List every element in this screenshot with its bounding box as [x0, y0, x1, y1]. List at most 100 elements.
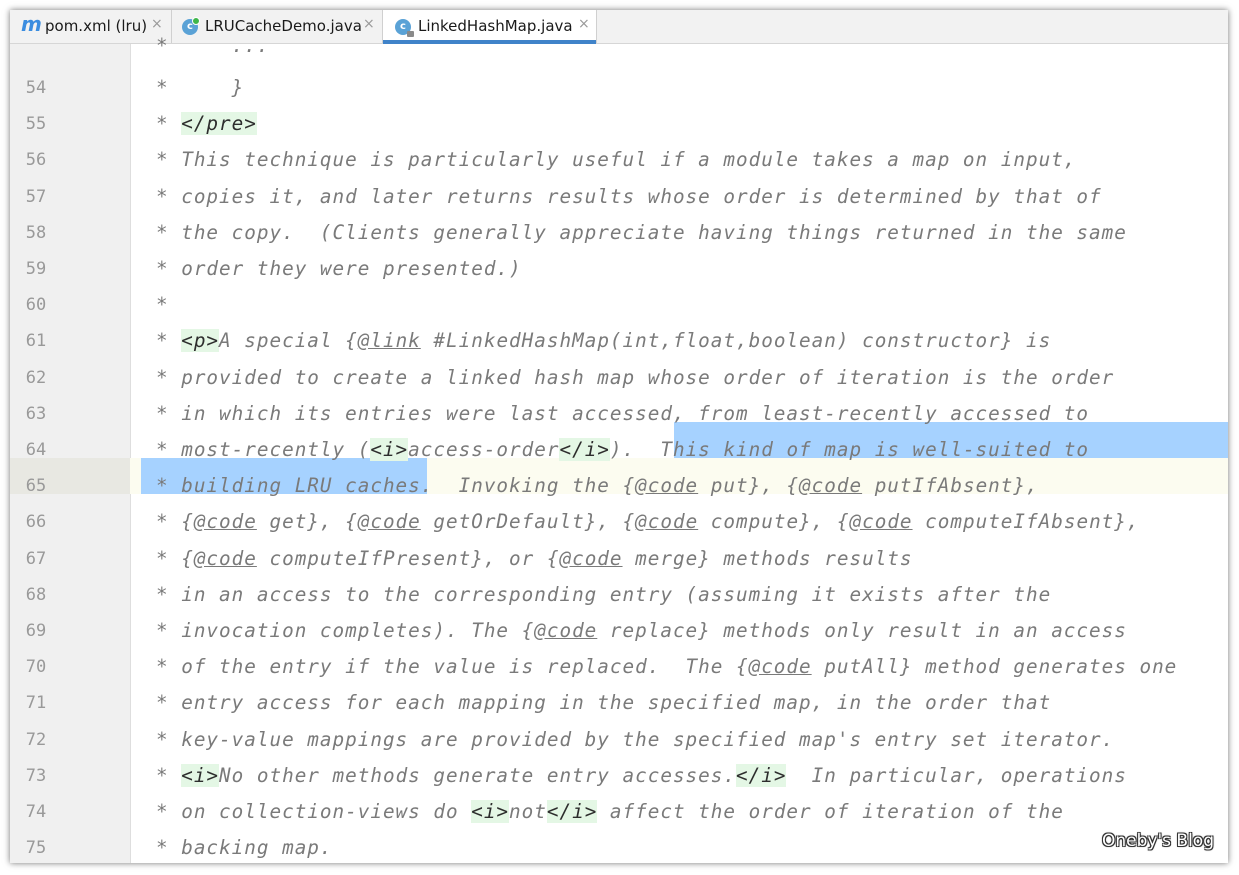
- javadoc-tag-token: @code: [193, 510, 257, 534]
- comment-text: affect the order of iteration of the: [597, 800, 1064, 823]
- code-line: * copies it, and later returns results w…: [156, 179, 1102, 215]
- comment-text: computeIfPresent}, or {: [256, 546, 560, 570]
- javadoc-tag-token: @code: [357, 510, 421, 534]
- maven-icon: m: [21, 12, 42, 36]
- line-number: 59: [25, 259, 47, 279]
- comment-text: *: [156, 763, 182, 787]
- html-tag-token: <i>: [471, 800, 510, 823]
- comment-text: * in which its entries were last accesse…: [156, 401, 1090, 425]
- line-number: 74: [25, 802, 47, 822]
- comment-text: compute}, {: [698, 510, 850, 534]
- html-tag-token: </i>: [559, 438, 610, 461]
- comment-text: A special {: [219, 329, 358, 353]
- comment-text: put}, {: [698, 474, 800, 498]
- line-number: 69: [25, 621, 47, 641]
- code-line: *: [156, 287, 169, 323]
- comment-text: merge} methods results: [622, 546, 913, 570]
- code-line: * entry access for each mapping in the s…: [156, 685, 1051, 721]
- comment-text: * on collection-views do: [156, 800, 472, 823]
- code-line: * <p>A special {@link #LinkedHashMap(int…: [156, 323, 1051, 359]
- html-tag-token: </i>: [736, 763, 787, 787]
- comment-text: putIfAbsent},: [862, 474, 1039, 498]
- code-line: * most-recently (<i>access-order</i>). T…: [156, 432, 1089, 468]
- line-number: 54: [25, 78, 47, 98]
- tab-linkedhashmap[interactable]: c LinkedHashMap.java ×: [383, 10, 597, 44]
- comment-text: not: [509, 800, 547, 823]
- comment-text: get}, {: [256, 510, 358, 534]
- line-number: 57: [25, 186, 47, 207]
- javadoc-tag-token: @code: [635, 510, 699, 534]
- line-number: 70: [25, 657, 47, 678]
- javadoc-tag-token: @code: [193, 546, 257, 570]
- close-icon[interactable]: ×: [578, 16, 590, 32]
- javadoc-tag-token: @code: [849, 510, 913, 534]
- code-line: * }: [156, 70, 244, 106]
- comment-text: * key-value mappings are provided by the…: [156, 727, 1115, 751]
- comment-text: * most-recently (: [156, 438, 371, 461]
- code-line: * provided to create a linked hash map w…: [156, 360, 1114, 396]
- code-line: * <i>No other methods generate entry acc…: [156, 758, 1127, 794]
- comment-text: * provided to create a linked hash map w…: [156, 365, 1115, 389]
- code-line: * building LRU caches. Invoking the { @co…: [156, 468, 1039, 504]
- code-line: * backing map.: [156, 830, 333, 863]
- comment-text: * {: [156, 510, 194, 534]
- comment-text: * backing map.: [156, 836, 333, 860]
- line-number: 73: [25, 765, 47, 786]
- comment-text: * in an access to the corresponding entr…: [156, 582, 1052, 606]
- comment-text: * {: [156, 546, 194, 570]
- line-number: 56: [25, 150, 47, 171]
- tab-pom-xml[interactable]: m pom.xml (lru) ×: [10, 10, 172, 43]
- line-number: 58: [25, 222, 47, 243]
- javadoc-tag-token: @code: [748, 655, 812, 679]
- comment-text: In particular, operations: [786, 763, 1127, 787]
- html-tag-token: </pre>: [181, 112, 257, 136]
- tab-label: pom.xml (lru): [45, 17, 148, 35]
- comment-text: replace} methods only result in an acces…: [597, 619, 1127, 642]
- comment-text: * }: [156, 76, 245, 99]
- html-tag-token: <i>: [181, 763, 220, 787]
- comment-text: *: [156, 293, 169, 317]
- code-line: * order they were presented.): [156, 251, 522, 287]
- comment-text: * building LRU caches. Invoking the {: [156, 474, 636, 498]
- javadoc-tag-token: @link: [357, 329, 421, 353]
- comment-text: #LinkedHashMap(int,float,boolean) constr…: [420, 329, 1052, 353]
- line-number: 65: [25, 476, 47, 497]
- comment-text: * copies it, and later returns results w…: [156, 184, 1102, 208]
- comment-text: No other methods generate entry accesses…: [219, 763, 736, 787]
- html-tag-token: <i>: [370, 438, 409, 461]
- comment-text: * order they were presented.): [156, 257, 522, 280]
- watermark: Oneby's Blog: [1102, 831, 1214, 851]
- code-line: * key-value mappings are provided by the…: [156, 722, 1114, 758]
- tab-label: LinkedHashMap.java: [418, 17, 573, 35]
- comment-text: getOrDefault}, {: [420, 510, 636, 534]
- code-line: * </pre>: [156, 106, 257, 142]
- comment-text: computeIfAbsent},: [912, 510, 1140, 534]
- comment-text: ). This kind of map is well-suited to: [609, 438, 1090, 461]
- javadoc-tag-token: @code: [534, 619, 598, 642]
- code-line: * This technique is particularly useful …: [156, 142, 1076, 178]
- html-tag-token: <p>: [181, 329, 220, 353]
- code-editor[interactable]: * ... 54 * } 55 * </pre> 56 * This technique …: [10, 34, 1228, 863]
- code-line: * {@code get}, {@code getOrDefault}, {@c…: [156, 504, 1140, 540]
- line-number: 55: [25, 114, 47, 135]
- code-line: * the copy. (Clients generally appreciat…: [156, 215, 1127, 251]
- line-number: 67: [25, 548, 47, 569]
- line-number: 63: [25, 403, 47, 424]
- line-number: 71: [25, 693, 47, 714]
- line-number: 66: [25, 512, 47, 533]
- code-line: * of the entry if the value is replaced.…: [156, 649, 1177, 685]
- line-number: 72: [25, 729, 47, 750]
- close-icon[interactable]: ×: [363, 16, 375, 32]
- comment-text: *: [156, 329, 182, 353]
- ide-window: m pom.xml (lru) × c LRUCacheDemo.java × …: [10, 10, 1228, 863]
- line-number: 64: [25, 440, 47, 460]
- javadoc-tag-token: @code: [559, 546, 623, 570]
- javadoc-tag-token: @code: [799, 474, 863, 498]
- code-line: * on collection-views do <i>not</i> affe…: [156, 794, 1064, 830]
- line-number: 60: [25, 295, 47, 316]
- code-line: * invocation completes). The {@code repl…: [156, 613, 1127, 649]
- comment-text: putAll} method generates one: [811, 655, 1178, 679]
- comment-text: * of the entry if the value is replaced.…: [156, 655, 749, 679]
- html-tag-token: </i>: [546, 800, 598, 823]
- line-number: 75: [25, 838, 47, 859]
